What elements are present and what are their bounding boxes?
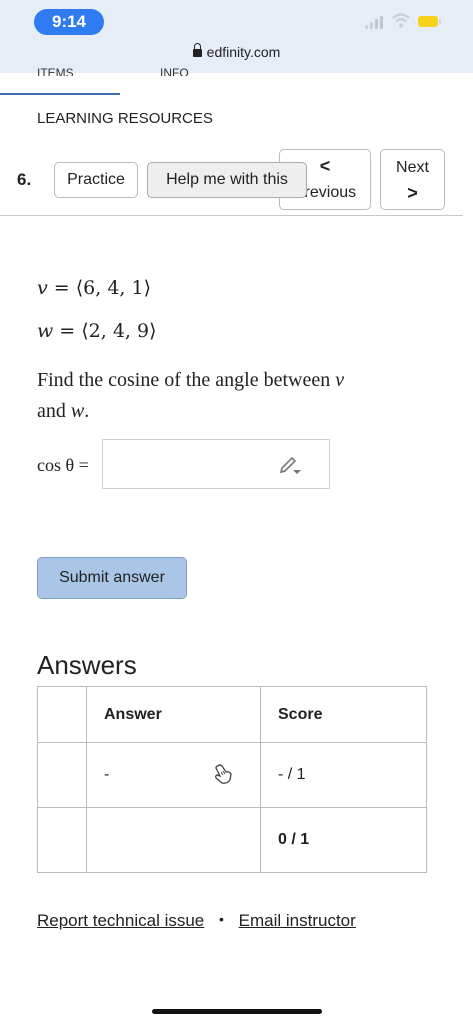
report-issue-link[interactable]: Report technical issue bbox=[37, 911, 204, 930]
active-tab-indicator bbox=[0, 93, 120, 95]
score-cell: - / 1 bbox=[260, 742, 427, 808]
separator: • bbox=[219, 911, 224, 927]
help-me-button[interactable]: Help me with this bbox=[147, 162, 307, 198]
battery-icon bbox=[418, 16, 441, 27]
v-vector: ⟨6, 4, 1⟩ bbox=[75, 277, 151, 299]
col-header-answer: Answer bbox=[86, 686, 261, 743]
url-bar[interactable]: edfinity.com bbox=[0, 43, 473, 60]
submit-answer-button[interactable]: Submit answer bbox=[37, 557, 187, 599]
status-time: 9:14 bbox=[34, 9, 104, 35]
table-row: 0 / 1 bbox=[37, 807, 427, 873]
learning-resources-heading: LEARNING RESOURCES bbox=[37, 110, 213, 127]
w-definition: w = ⟨2, 4, 9⟩ bbox=[37, 320, 157, 342]
home-indicator[interactable] bbox=[152, 1009, 322, 1014]
next-label: Next bbox=[396, 159, 429, 176]
hand-pointer-icon[interactable] bbox=[213, 763, 233, 785]
row-index-cell bbox=[37, 807, 87, 873]
footer-links: Report technical issue • Email instructo… bbox=[37, 911, 356, 931]
col-header-score: Score bbox=[260, 686, 427, 743]
total-score-cell: 0 / 1 bbox=[260, 807, 427, 873]
answers-table: Answer Score - - / 1 0 / 1 bbox=[37, 686, 427, 873]
wifi-icon bbox=[392, 13, 410, 28]
answer-cell bbox=[86, 807, 261, 873]
browser-top-bar: 9:14 edfinity.com bbox=[0, 0, 473, 73]
email-instructor-link[interactable]: Email instructor bbox=[239, 911, 356, 930]
cos-theta-label: cos θ = bbox=[37, 455, 89, 475]
col-header-blank bbox=[37, 686, 87, 743]
row-index-cell bbox=[37, 742, 87, 808]
next-button[interactable]: Next > bbox=[380, 149, 445, 210]
pencil-icon[interactable] bbox=[278, 456, 302, 476]
table-header-row: Answer Score bbox=[37, 686, 427, 743]
lock-icon bbox=[192, 43, 202, 57]
practice-button[interactable]: Practice bbox=[54, 162, 138, 198]
question-prompt: Find the cosine of the angle between v a… bbox=[37, 369, 345, 422]
v-definition: v = ⟨6, 4, 1⟩ bbox=[37, 277, 151, 299]
divider bbox=[0, 215, 463, 216]
answers-heading: Answers bbox=[37, 650, 137, 680]
question-number: 6. bbox=[17, 170, 32, 189]
signal-icon bbox=[365, 15, 383, 29]
w-vector: ⟨2, 4, 9⟩ bbox=[81, 320, 157, 342]
tab-info[interactable]: INFO bbox=[160, 66, 189, 76]
answer-cell: - bbox=[86, 742, 261, 808]
url-text: edfinity.com bbox=[206, 44, 281, 60]
table-row: - - / 1 bbox=[37, 742, 427, 808]
chevron-right-icon: > bbox=[407, 183, 418, 203]
tab-items[interactable]: ITEMS bbox=[37, 66, 74, 76]
